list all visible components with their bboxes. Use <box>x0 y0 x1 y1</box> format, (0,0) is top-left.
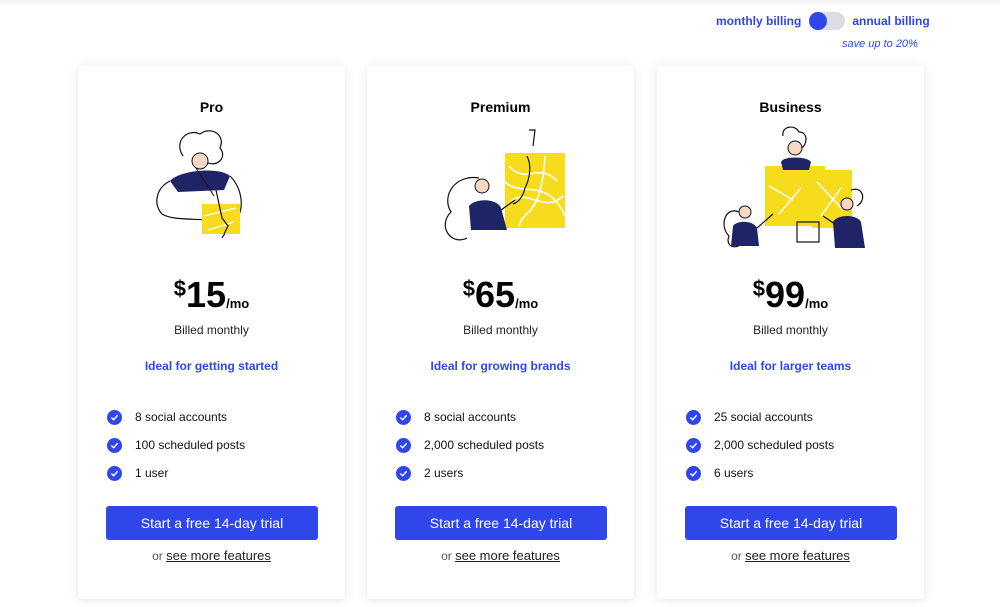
check-icon <box>396 409 411 425</box>
check-icon <box>686 437 701 453</box>
price-period: /mo <box>515 296 539 311</box>
or-text: or <box>731 549 742 563</box>
feature-list: 8 social accounts 2,000 scheduled posts … <box>396 403 544 487</box>
monthly-billing-label[interactable]: monthly billing <box>716 14 801 28</box>
see-more-row: or see more features <box>367 548 634 563</box>
start-trial-button[interactable]: Start a free 14-day trial <box>395 506 607 540</box>
check-icon <box>396 437 411 453</box>
person-working-illustration <box>156 130 242 239</box>
ideal-for-tagline: Ideal for larger teams <box>729 359 852 373</box>
save-note: save up to 20% <box>842 38 918 50</box>
feature-label: 25 social accounts <box>714 410 813 424</box>
feature-label: 2,000 scheduled posts <box>424 438 545 452</box>
or-text: or <box>441 549 452 563</box>
price-amount: 65 <box>475 274 516 315</box>
check-icon <box>686 465 701 481</box>
ideal-for-tagline: Ideal for getting started <box>144 359 279 373</box>
feature-label: 100 scheduled posts <box>135 438 246 452</box>
plan-title: Business <box>759 99 822 115</box>
billed-note: Billed monthly <box>174 323 249 337</box>
price: $ 65 /mo <box>367 274 634 313</box>
person-presenting-illustration <box>444 129 566 241</box>
feature-item: 100 scheduled posts <box>107 431 245 459</box>
feature-item: 2 users <box>396 459 544 487</box>
annual-billing-label[interactable]: annual billing <box>852 14 929 28</box>
feature-label: 1 user <box>135 466 169 480</box>
feature-item: 8 social accounts <box>396 403 544 431</box>
price: $ 15 /mo <box>78 274 345 313</box>
billing-toggle-group: monthly billing annual billing <box>716 12 930 30</box>
feature-list: 25 social accounts 2,000 scheduled posts… <box>686 403 834 487</box>
plan-card-business: Business $ 99 /mo Billed monthly Ideal f… <box>657 66 924 599</box>
check-icon <box>107 437 122 453</box>
feature-label: 2 users <box>424 466 464 480</box>
feature-item: 2,000 scheduled posts <box>686 431 834 459</box>
top-shadow <box>0 0 1000 8</box>
price-period: /mo <box>226 296 250 311</box>
feature-item: 25 social accounts <box>686 403 834 431</box>
start-trial-button[interactable]: Start a free 14-day trial <box>106 506 318 540</box>
feature-label: 8 social accounts <box>135 410 228 424</box>
toggle-knob <box>809 12 828 30</box>
feature-list: 8 social accounts 100 scheduled posts 1 … <box>107 403 245 487</box>
billed-note: Billed monthly <box>753 323 828 337</box>
currency-symbol: $ <box>752 276 766 301</box>
plan-title: Pro <box>199 99 224 115</box>
see-more-features-link[interactable]: see more features <box>166 548 271 563</box>
start-trial-button[interactable]: Start a free 14-day trial <box>685 506 897 540</box>
check-icon <box>686 409 701 425</box>
team-collaborating-illustration <box>723 126 865 248</box>
feature-item: 1 user <box>107 459 245 487</box>
check-icon <box>396 465 411 481</box>
price-period: /mo <box>805 296 829 311</box>
currency-symbol: $ <box>462 276 476 301</box>
plan-card-premium: Premium $ 65 /mo Billed monthly Ideal fo… <box>367 66 634 599</box>
check-icon <box>107 465 122 481</box>
price: $ 99 /mo <box>657 274 924 313</box>
plan-card-pro: Pro $ 15 /mo Billed monthly Ideal for ge… <box>78 66 345 599</box>
feature-item: 8 social accounts <box>107 403 245 431</box>
billing-toggle[interactable] <box>809 12 846 30</box>
feature-label: 6 users <box>714 466 754 480</box>
currency-symbol: $ <box>173 276 187 301</box>
price-amount: 15 <box>186 274 227 315</box>
price-amount: 99 <box>765 274 806 315</box>
feature-label: 8 social accounts <box>424 410 517 424</box>
see-more-row: or see more features <box>78 548 345 563</box>
plan-title: Premium <box>470 99 531 115</box>
see-more-features-link[interactable]: see more features <box>745 548 850 563</box>
billed-note: Billed monthly <box>463 323 538 337</box>
see-more-features-link[interactable]: see more features <box>455 548 560 563</box>
see-more-row: or see more features <box>657 548 924 563</box>
or-text: or <box>152 549 163 563</box>
feature-item: 2,000 scheduled posts <box>396 431 544 459</box>
feature-item: 6 users <box>686 459 834 487</box>
ideal-for-tagline: Ideal for growing brands <box>430 359 571 373</box>
check-icon <box>107 409 122 425</box>
feature-label: 2,000 scheduled posts <box>714 438 835 452</box>
